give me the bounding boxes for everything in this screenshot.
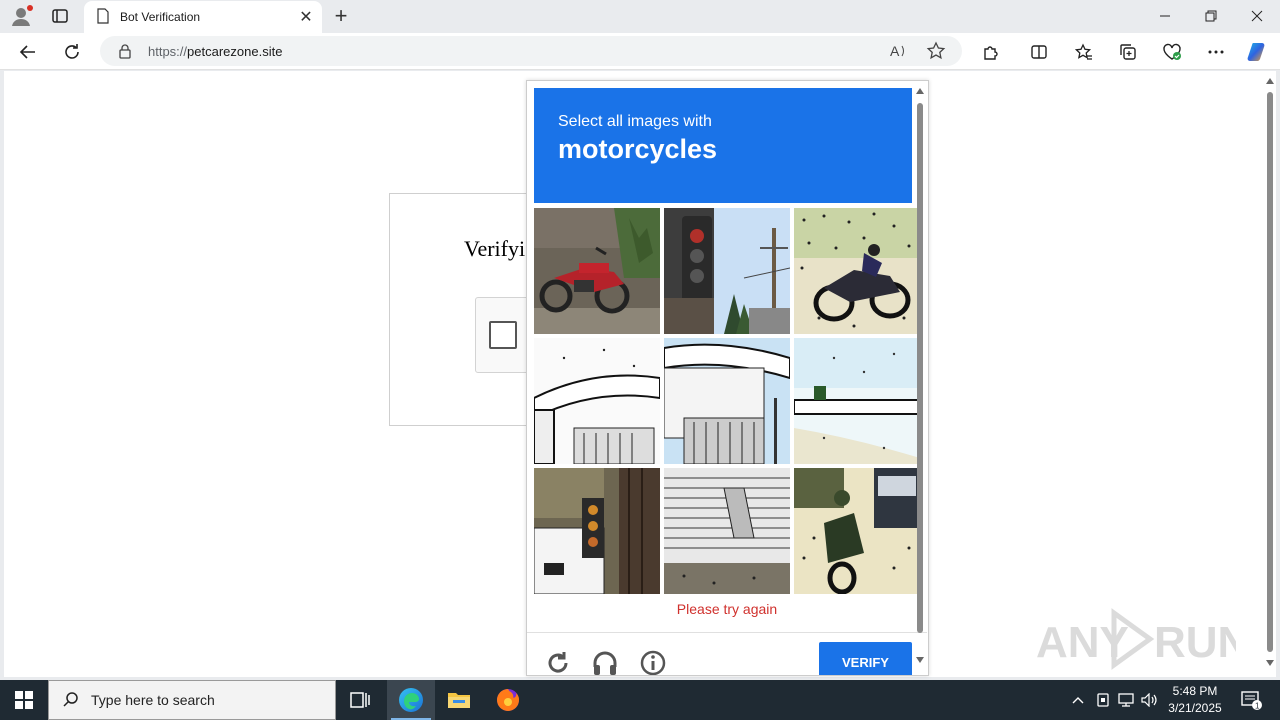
url-text[interactable]: https://petcarezone.site (148, 44, 282, 59)
favorite-star-icon[interactable] (926, 41, 948, 61)
address-bar[interactable]: https://petcarezone.site A (100, 36, 962, 66)
firefox-icon[interactable] (484, 680, 532, 720)
page-heading: Verifyi (464, 236, 526, 261)
file-explorer-icon[interactable] (435, 680, 483, 720)
tab-actions-icon[interactable] (50, 6, 70, 26)
extensions-icon[interactable] (977, 38, 1005, 66)
task-view-icon[interactable] (336, 680, 384, 720)
captcha-header: Select all images with motorcycles (534, 88, 912, 203)
show-hidden-icons[interactable] (1068, 680, 1088, 720)
captcha-scrollbar[interactable] (914, 85, 926, 673)
captcha-tile-6[interactable] (794, 338, 920, 464)
verify-button[interactable]: VERIFY (819, 642, 912, 675)
reload-icon[interactable] (544, 649, 572, 675)
profile-icon[interactable] (10, 5, 34, 27)
taskbar-clock[interactable]: 5:48 PM 3/21/2025 (1160, 683, 1230, 717)
captcha-tile-1[interactable] (534, 208, 660, 334)
restore-icon[interactable] (1188, 0, 1234, 32)
tab-bot-verification[interactable]: Bot Verification ✕ (84, 1, 322, 33)
more-options-icon[interactable] (1202, 38, 1230, 66)
scroll-up-icon[interactable] (1266, 78, 1274, 84)
minimize-icon[interactable] (1142, 0, 1188, 32)
captcha-instruction: Select all images with (558, 113, 712, 130)
captcha-target: motorcycles (558, 134, 718, 164)
captcha-tile-5[interactable] (664, 338, 790, 464)
favorites-icon[interactable] (1070, 38, 1098, 66)
info-icon[interactable] (639, 649, 667, 675)
copilot-icon[interactable] (1244, 38, 1272, 66)
collections-icon[interactable] (1114, 38, 1142, 66)
tab-title: Bot Verification (120, 10, 201, 24)
search-icon (63, 691, 79, 710)
clock-date: 3/21/2025 (1168, 701, 1222, 715)
anyrun-watermark: ANY RUN (1036, 605, 1249, 671)
page-scrollbar[interactable] (1264, 76, 1276, 672)
captcha-tile-7[interactable] (534, 468, 660, 594)
device-icon[interactable] (1093, 680, 1113, 720)
svg-text:A: A (890, 43, 900, 59)
search-placeholder: Type here to search (91, 692, 215, 708)
captcha-tile-2[interactable] (664, 208, 790, 334)
watermark-text-right: RUN (1154, 618, 1236, 667)
captcha-tile-9[interactable] (794, 468, 920, 594)
url-prefix: https:// (148, 44, 188, 59)
clock-time: 5:48 PM (1172, 684, 1218, 698)
volume-icon[interactable] (1140, 680, 1160, 720)
captcha-scroll-down-icon[interactable] (916, 657, 924, 663)
close-window-icon[interactable] (1234, 0, 1280, 32)
split-screen-icon[interactable] (1025, 38, 1053, 66)
scrollbar-thumb[interactable] (1267, 92, 1273, 652)
edge-taskbar-icon[interactable] (387, 680, 435, 720)
audio-challenge-icon[interactable] (591, 649, 619, 675)
taskbar-search[interactable]: Type here to search (48, 680, 336, 720)
browser-essentials-icon[interactable] (1158, 38, 1186, 66)
windows-start-icon[interactable] (0, 680, 48, 720)
captcha-footer: VERIFY (527, 632, 927, 675)
new-tab-icon[interactable]: + (330, 3, 352, 28)
captcha-scroll-up-icon[interactable] (916, 88, 924, 94)
captcha-error-message: Please try again (676, 601, 778, 617)
captcha-image-grid (534, 208, 920, 596)
taskbar: Type here to search 5:48 PM 3/21/2025 1 (0, 680, 1280, 720)
back-icon[interactable] (14, 38, 42, 66)
read-aloud-icon[interactable]: A (888, 41, 910, 61)
captcha-challenge: Select all images with motorcycles Pleas… (526, 80, 929, 676)
title-bar: Bot Verification ✕ + (0, 0, 1280, 33)
lock-icon[interactable] (118, 43, 132, 62)
captcha-tile-8[interactable] (664, 468, 790, 594)
network-icon[interactable] (1116, 680, 1136, 720)
url-host: petcarezone.site (187, 44, 283, 59)
captcha-tile-3[interactable] (794, 208, 920, 334)
notification-count: 1 (1255, 702, 1260, 711)
close-tab-icon[interactable]: ✕ (294, 5, 318, 29)
captcha-scrollbar-thumb[interactable] (917, 103, 923, 633)
captcha-checkbox[interactable] (489, 321, 517, 349)
captcha-tile-4[interactable] (534, 338, 660, 464)
page-icon (96, 7, 110, 27)
refresh-icon[interactable] (58, 38, 86, 66)
browser-toolbar: https://petcarezone.site A (0, 33, 1280, 70)
scroll-down-icon[interactable] (1266, 660, 1274, 666)
notifications-icon[interactable]: 1 (1236, 680, 1266, 720)
